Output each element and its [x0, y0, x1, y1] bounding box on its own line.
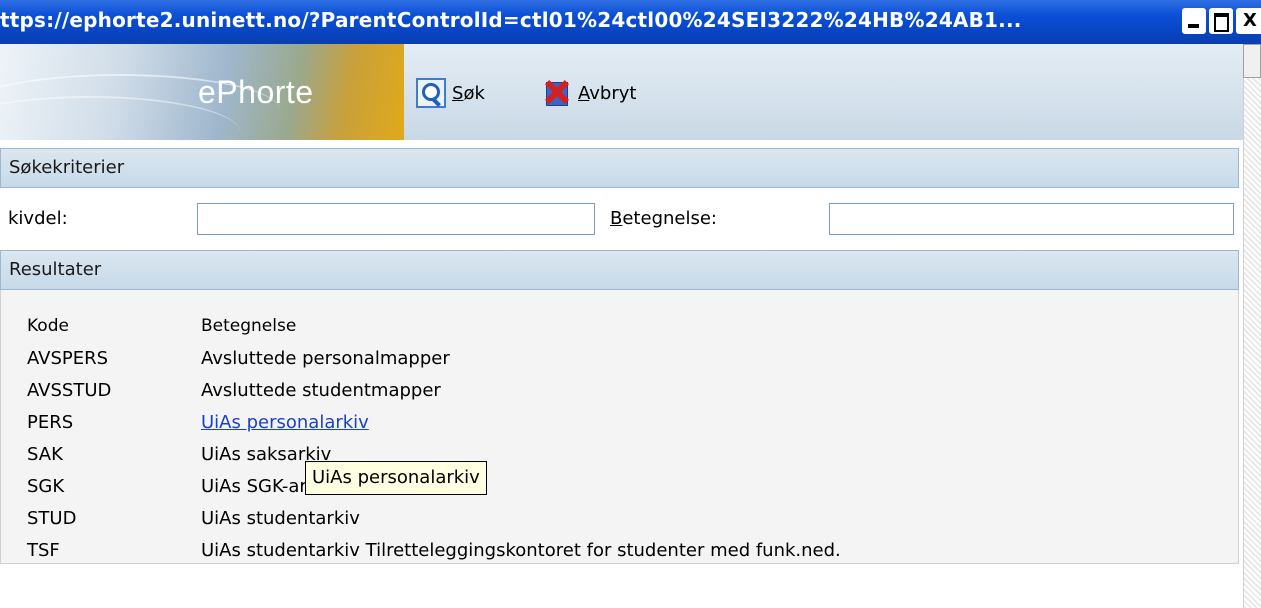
maximize-icon	[1210, 9, 1232, 33]
minimize-icon	[1183, 9, 1205, 33]
row-code: PERS	[27, 411, 74, 433]
row-name-link: UiAs personalarkiv	[201, 406, 841, 438]
row-name: UiAs studentarkiv Tilretteleggingskontor…	[201, 539, 841, 561]
table-row[interactable]: PERS UiAs personalarkiv	[27, 406, 841, 438]
row-code: SAK	[27, 443, 63, 465]
window-titlebar[interactable]: ttps://ephorte2.uninett.no/?ParentContro…	[0, 0, 1261, 44]
table-row[interactable]: AVSSTUD Avsluttede studentmapper	[27, 374, 841, 406]
app-logo: ePhorte	[198, 74, 314, 110]
cancel-icon	[542, 78, 572, 108]
row-name: UiAs studentarkiv	[201, 507, 360, 529]
minimize-button[interactable]	[1182, 8, 1206, 34]
arkivdel-label: kivdel:	[8, 208, 68, 229]
cancel-button-label: Avbryt	[578, 82, 637, 104]
row-name: Avsluttede personalmapper	[201, 347, 450, 369]
row-code: STUD	[27, 507, 77, 529]
table-row[interactable]: TSF UiAs studentarkiv Tilretteleggingsko…	[27, 534, 841, 566]
app-header: ePhorte Søk Avbryt	[0, 44, 1243, 140]
arkivdel-field[interactable]	[197, 203, 595, 235]
maximize-button[interactable]	[1209, 8, 1233, 34]
criteria-row: kivdel: Betegnelse:	[0, 196, 1239, 244]
logo-banner: ePhorte	[0, 44, 404, 140]
row-code: SGK	[27, 475, 65, 497]
vertical-scrollbar[interactable]	[1243, 44, 1261, 608]
results-table: Kode Betegnelse AVSPERS Avsluttede perso…	[27, 310, 841, 566]
close-button[interactable]: X	[1236, 8, 1261, 34]
results-section-header: Resultater	[0, 250, 1239, 290]
window-title: ttps://ephorte2.uninett.no/?ParentContro…	[0, 8, 1022, 32]
search-button-label: Søk	[452, 82, 485, 104]
results-panel: Kode Betegnelse AVSPERS Avsluttede perso…	[0, 290, 1239, 564]
table-row[interactable]: AVSPERS Avsluttede personalmapper	[27, 342, 841, 374]
search-icon	[416, 78, 446, 108]
row-code: AVSSTUD	[27, 379, 112, 401]
column-header-kode: Kode	[27, 316, 69, 336]
cancel-button[interactable]: Avbryt	[542, 76, 636, 110]
row-link[interactable]: UiAs personalarkiv	[201, 412, 369, 433]
close-icon: X	[1243, 10, 1257, 31]
row-name: UiAs SGK-arkiv	[201, 475, 333, 497]
table-header-row: Kode Betegnelse	[27, 310, 841, 342]
search-button[interactable]: Søk	[416, 76, 485, 110]
betegnelse-label: Betegnelse:	[610, 208, 717, 229]
scroll-up-button[interactable]	[1243, 44, 1261, 78]
row-code: AVSPERS	[27, 347, 109, 369]
column-header-betegnelse: Betegnelse	[201, 316, 297, 336]
criteria-section-header: Søkekriterier	[0, 148, 1239, 188]
row-name: UiAs saksarkiv	[201, 443, 332, 465]
row-code: TSF	[27, 539, 60, 561]
row-name: Avsluttede studentmapper	[201, 379, 441, 401]
betegnelse-field[interactable]	[829, 203, 1234, 235]
link-tooltip: UiAs personalarkiv	[305, 461, 487, 495]
table-row[interactable]: STUD UiAs studentarkiv	[27, 502, 841, 534]
